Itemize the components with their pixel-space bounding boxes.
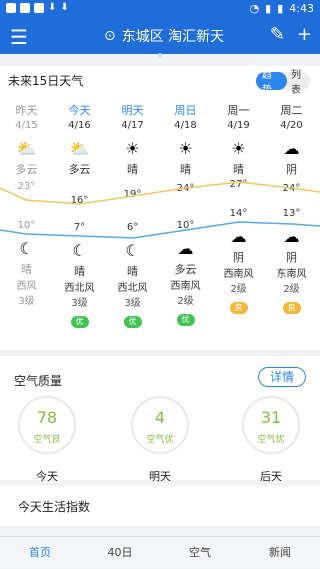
wind-level: 2级 — [177, 296, 194, 307]
list-toggle[interactable]: 列表 — [287, 66, 310, 96]
day-date: 4/15 — [15, 120, 38, 131]
aqi-gauge: 4 空气优 明天 — [125, 396, 195, 483]
wind-direction: 东南风 — [276, 269, 307, 280]
view-toggle[interactable]: 趋势 列表 — [256, 70, 310, 96]
aqi-value: 31 — [260, 408, 282, 427]
edit-icon[interactable]: ✎ — [270, 24, 285, 45]
aqi-day: 后天 — [260, 470, 282, 483]
page-indicator: ● — [157, 52, 163, 59]
day-name: 周日 — [174, 104, 197, 117]
air-quality-title: 空气质量 — [14, 374, 63, 388]
aqi-badge: 优 — [70, 316, 89, 328]
day-name: 今天 — [68, 104, 91, 117]
low-temp-line — [0, 221, 320, 239]
nav-news[interactable]: 新闻 — [240, 537, 320, 568]
aqi-badge: 良 — [229, 302, 248, 314]
night-condition: 晴 — [21, 263, 32, 276]
status-icons-left: ⬇ ⬇ — [6, 3, 69, 13]
wind-level: 3级 — [18, 296, 35, 307]
details-button[interactable]: 详情 — [258, 367, 306, 387]
air-quality-card: 空气质量 详情 78 空气良 今天 4 空气优 明天 31 空气优 后天 — [0, 356, 320, 483]
aqi-gauge: 31 空气优 后天 — [236, 396, 306, 483]
day-date: 4/19 — [227, 120, 250, 131]
day-date: 4/20 — [280, 120, 303, 131]
aqi-label: 空气良 — [33, 435, 61, 445]
day-condition: 晴 — [180, 163, 191, 176]
wind-direction: 西北风 — [64, 283, 95, 294]
life-index-title: 今天生活指数 — [18, 500, 91, 514]
signal-icon: ▮ — [265, 2, 272, 15]
day-name: 明天 — [121, 104, 144, 117]
aqi-value: 78 — [36, 408, 58, 427]
day-date: 4/16 — [68, 120, 91, 131]
temperature-trend-chart — [0, 181, 320, 239]
day-name: 周一 — [227, 104, 250, 117]
cloud-sun-icon: ⛅ — [69, 139, 90, 158]
bottom-nav: 首页 40日 空气 新闻 — [0, 536, 320, 568]
day-condition: 阴 — [286, 163, 297, 176]
day-date: 4/17 — [121, 120, 144, 131]
menu-icon[interactable]: ☰ — [10, 25, 28, 49]
day-condition: 多云 — [68, 163, 91, 176]
trend-toggle[interactable]: 趋势 — [256, 70, 287, 96]
cloud-icon: ☁ — [283, 139, 300, 158]
wind-direction: 西南风 — [223, 269, 254, 280]
battery-icon: ▮ — [277, 2, 284, 15]
aqi-label: 空气优 — [146, 435, 174, 445]
night-condition: 晴 — [74, 265, 85, 278]
wind-level: 2级 — [230, 284, 247, 295]
sun-icon: ☀ — [231, 139, 246, 158]
clock: 4:43 — [289, 2, 314, 15]
nav-home[interactable]: 首页 — [0, 537, 80, 568]
forecast-title: 未来15日天气 — [8, 74, 84, 88]
life-index-card[interactable]: 今天生活指数 — [0, 486, 320, 526]
aqi-badge: 优 — [176, 314, 195, 326]
day-name: 昨天 — [15, 104, 38, 117]
wind-direction: 西北风 — [117, 283, 148, 294]
wind-direction: 西南风 — [170, 281, 201, 292]
day-date: 4/18 — [174, 120, 197, 131]
nav-40-days[interactable]: 40日 — [80, 537, 160, 568]
nav-air[interactable]: 空气 — [160, 537, 240, 568]
day-condition: 多云 — [15, 163, 38, 176]
night-condition: 晴 — [127, 265, 138, 278]
location-pin-icon: ⊙ — [104, 28, 116, 44]
cloud-sun-icon: ⛅ — [16, 139, 37, 158]
app-header: ☰ ⊙ 东城区 淘汇新天 ✎ + — [0, 18, 320, 54]
day-name: 周二 — [280, 104, 303, 117]
sun-icon: ☀ — [125, 139, 140, 158]
day-condition: 晴 — [127, 163, 138, 176]
location[interactable]: ⊙ 东城区 淘汇新天 — [104, 26, 224, 46]
high-temp-line — [0, 181, 320, 205]
wind-direction: 西风 — [16, 281, 37, 292]
forecast-card: 未来15日天气 趋势 列表 昨天 4/15 ⛅ 多云 23° 10° ☾ 晴 西… — [0, 66, 320, 350]
city-name: 东城区 淘汇新天 — [121, 29, 225, 45]
aqi-gauge: 78 空气良 今天 — [12, 396, 82, 483]
wind-level: 3级 — [124, 298, 141, 309]
wind-level: 2级 — [283, 284, 300, 295]
status-bar: ⬇ ⬇ ◔ ▮ ▮ 4:43 — [0, 0, 320, 18]
aqi-badge: 优 — [123, 316, 142, 328]
aqi-badge: 良 — [282, 302, 301, 314]
wifi-icon: ◔ — [249, 2, 260, 15]
aqi-day: 明天 — [149, 470, 171, 483]
night-condition: 多云 — [174, 263, 197, 276]
aqi-day: 今天 — [36, 470, 58, 483]
wind-level: 3级 — [71, 298, 88, 309]
status-icons-right: ◔ ▮ ▮ 4:43 — [250, 2, 314, 15]
aqi-label: 空气优 — [257, 435, 285, 445]
aqi-value: 4 — [154, 408, 166, 427]
day-condition: 晴 — [233, 163, 244, 176]
add-icon[interactable]: + — [297, 24, 312, 45]
sun-icon: ☀ — [178, 139, 193, 158]
